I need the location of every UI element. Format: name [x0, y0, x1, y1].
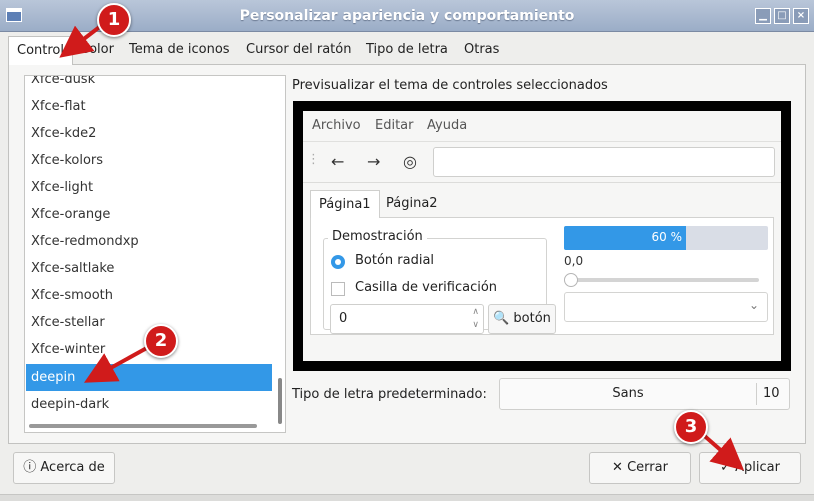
default-font-label: Tipo de letra predeterminado:	[292, 387, 487, 402]
spin-up-icon[interactable]: ∧	[472, 307, 479, 317]
theme-preview: Archivo Editar Ayuda ⋮ ← → ◎ Página1 Pág…	[293, 101, 791, 371]
list-item-selected[interactable]: deepin	[26, 364, 272, 391]
list-item[interactable]: Xfce-orange	[26, 201, 272, 228]
theme-list[interactable]: Xfce-dusk Xfce-flat Xfce-kde2 Xfce-kolor…	[24, 75, 286, 433]
preview-menu-file[interactable]: Archivo	[312, 118, 361, 133]
vertical-scrollbar[interactable]	[278, 378, 282, 424]
about-button[interactable]: ⓘ Acerca de	[13, 452, 115, 484]
record-target-icon[interactable]: ◎	[403, 152, 417, 171]
progress-bar: 60 %	[564, 226, 768, 250]
preview-tab-page2[interactable]: Página2	[386, 190, 438, 218]
close-button-label: Cerrar	[627, 460, 668, 475]
list-item[interactable]: Xfce-dusk	[26, 76, 272, 93]
search-button-label: botón	[513, 311, 551, 326]
tab-mouse-cursor[interactable]: Cursor del ratón	[246, 36, 351, 64]
slider-track[interactable]	[573, 278, 759, 282]
spin-value: 0	[339, 311, 348, 326]
back-arrow-icon[interactable]: ←	[331, 152, 344, 171]
tab-font[interactable]: Tipo de letra	[366, 36, 448, 64]
forward-arrow-icon[interactable]: →	[367, 152, 380, 171]
checkbox-label[interactable]: Casilla de verificación	[355, 280, 497, 295]
maximize-button[interactable]: □	[774, 8, 790, 24]
window-bottom-edge	[0, 494, 814, 501]
list-item[interactable]: Xfce-kolors	[26, 147, 272, 174]
tab-other[interactable]: Otras	[464, 36, 499, 64]
preview-window: Archivo Editar Ayuda ⋮ ← → ◎ Página1 Pág…	[303, 111, 781, 361]
checkbox[interactable]	[331, 282, 345, 296]
tab-color[interactable]: Color	[80, 36, 114, 64]
tab-icon-theme[interactable]: Tema de iconos	[129, 36, 230, 64]
close-button[interactable]: ✕ Cerrar	[589, 452, 691, 484]
slider-value: 0,0	[564, 254, 584, 268]
toolbar-grip-icon[interactable]: ⋮	[307, 152, 320, 167]
default-font-button[interactable]: Sans 10	[499, 378, 790, 410]
preview-label: Previsualizar el tema de controles selec…	[292, 78, 608, 93]
checkmark-icon: ✓	[720, 460, 731, 475]
list-item[interactable]: Xfce-kde2	[26, 120, 272, 147]
spin-button[interactable]: 0 ∧ ∨	[330, 304, 484, 334]
list-item[interactable]: Xfce-redmondxp	[26, 228, 272, 255]
list-item[interactable]: Xfce-saltlake	[26, 255, 272, 282]
list-item[interactable]: Xfce-smooth	[26, 282, 272, 309]
annotation-badge-2: 2	[144, 324, 178, 358]
minimize-button[interactable]: ▁	[755, 8, 771, 24]
apply-button-label: Aplicar	[735, 460, 780, 475]
list-item[interactable]: Xfce-flat	[26, 93, 272, 120]
close-x-icon: ✕	[612, 460, 623, 475]
list-item[interactable]: deepin-dark	[26, 391, 272, 418]
about-button-label: Acerca de	[40, 460, 105, 475]
apply-button[interactable]: ✓ Aplicar	[699, 452, 801, 484]
annotation-badge-3: 3	[674, 410, 708, 444]
progress-text: 60 %	[651, 230, 683, 244]
demo-frame-title: Demostración	[328, 229, 427, 244]
font-name: Sans	[612, 386, 644, 401]
preview-menu-help[interactable]: Ayuda	[427, 118, 467, 133]
preview-tab-page1[interactable]: Página1	[310, 190, 380, 218]
list-item[interactable]: Xfce-light	[26, 174, 272, 201]
font-separator	[756, 383, 757, 405]
preview-tab-content: Demostración Botón radial Casilla de ver…	[310, 217, 774, 335]
preview-menu-edit[interactable]: Editar	[375, 118, 414, 133]
annotation-badge-1: 1	[97, 3, 131, 37]
radio-label[interactable]: Botón radial	[355, 253, 434, 268]
preview-toolbar: ⋮ ← → ◎	[303, 141, 781, 183]
horizontal-scrollbar[interactable]	[29, 424, 257, 428]
spin-down-icon[interactable]: ∨	[472, 320, 479, 330]
font-size: 10	[763, 386, 780, 401]
search-icon: 🔍	[493, 311, 510, 326]
search-button[interactable]: 🔍 botón	[488, 304, 556, 334]
combo-box[interactable]: ⌄	[564, 292, 768, 322]
close-window-button[interactable]: ×	[793, 8, 809, 24]
chevron-down-icon: ⌄	[748, 298, 759, 312]
slider-handle[interactable]	[564, 273, 578, 287]
info-icon: ⓘ	[23, 460, 37, 475]
preview-text-entry[interactable]	[433, 147, 775, 177]
radio-button[interactable]	[331, 255, 345, 269]
control-tab-panel: Xfce-dusk Xfce-flat Xfce-kde2 Xfce-kolor…	[8, 64, 806, 444]
tab-control[interactable]: Control	[8, 36, 73, 65]
